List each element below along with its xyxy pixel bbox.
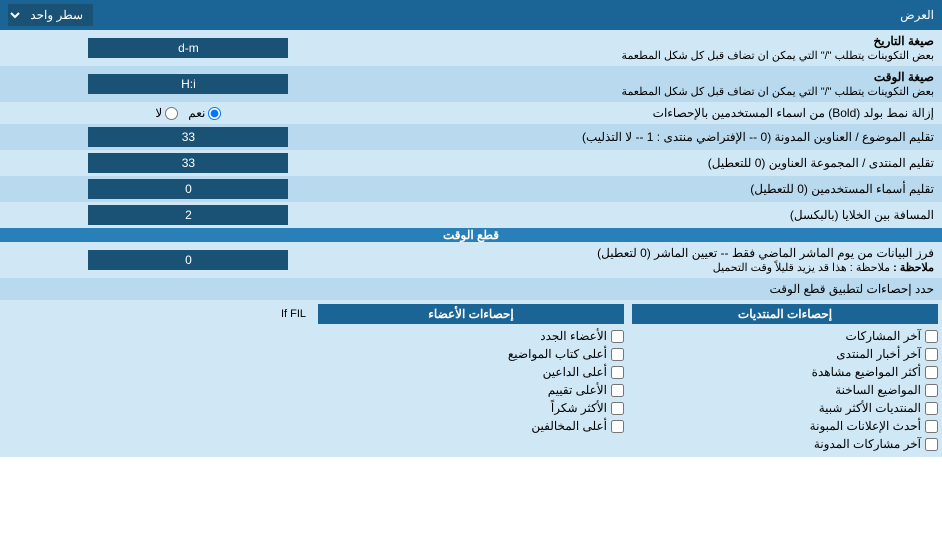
cutoff-label: فرز البيانات من يوم الماشر الماضي فقط --… [377,242,942,278]
time-format-input[interactable] [88,74,288,94]
stat-checkbox[interactable] [925,348,938,361]
page-title: العرض [377,0,942,30]
stat-checkbox[interactable] [611,366,624,379]
time-format-label: صيغة الوقت بعض التكوينات يتطلب "/" التي … [377,66,942,102]
forum-members-label: تقليم المنتدى / المجموعة العناوين (0 للت… [377,150,942,176]
forum-stats-col: إحصاءات المنتديات آخر المشاركات آخر أخبا… [628,300,942,457]
stat-item: الأعلى تقييم [318,381,624,399]
stat-checkbox[interactable] [611,330,624,343]
cutoff-input[interactable] [88,250,288,270]
member-stats-col: إحصاءات الأعضاء الأعضاء الجدد أعلى كتاب … [314,300,628,457]
stat-item: أعلى المخالفين [318,417,624,435]
stat-checkbox[interactable] [925,420,938,433]
trim-users-cell [0,176,377,202]
stat-item: الأكثر شكراً [318,399,624,417]
stat-checkbox[interactable] [925,384,938,397]
gap-cells-cell [0,202,377,228]
time-format-cell [0,66,377,102]
footer-note: If FIL [4,304,310,324]
radio-yes-label: نعم [188,106,221,120]
limit-label: حدد إحصاءات لتطبيق قطع الوقت [0,278,942,300]
stat-checkbox[interactable] [925,438,938,451]
cutoff-section-title: قطع الوقت [0,228,942,242]
stat-checkbox[interactable] [611,420,624,433]
bold-remove-label: إزالة نمط بولد (Bold) من اسماء المستخدمي… [377,102,942,124]
forum-members-cell [0,150,377,176]
stat-item: أعلى الداعين [318,363,624,381]
forum-stats-title: إحصاءات المنتديات [632,304,938,324]
forum-subject-label: تقليم الموضوع / العناوين المدونة (0 -- ا… [377,124,942,150]
stat-checkbox[interactable] [611,384,624,397]
trim-users-label: تقليم أسماء المستخدمين (0 للتعطيل) [377,176,942,202]
radio-no[interactable] [165,107,178,120]
gap-cells-label: المسافة بين الخلايا (بالبكسل) [377,202,942,228]
stat-item: المنتديات الأكثر شبية [632,399,938,417]
stat-checkbox[interactable] [925,366,938,379]
stat-item: أكثر المواضيع مشاهدة [632,363,938,381]
stat-item: أعلى كتاب المواضيع [318,345,624,363]
member-stats-title: إحصاءات الأعضاء [318,304,624,324]
stat-item: أحدث الإعلانات المبونة [632,417,938,435]
stat-item: آخر أخبار المنتدى [632,345,938,363]
radio-no-label: لا [155,106,178,120]
stat-checkbox[interactable] [925,402,938,415]
stat-item: المواضيع الساخنة [632,381,938,399]
cutoff-cell [0,242,377,278]
date-format-cell [0,30,377,66]
bold-remove-cell: نعم لا [0,102,377,124]
forum-subject-input[interactable] [88,127,288,147]
forum-subject-cell [0,124,377,150]
stat-checkbox[interactable] [925,330,938,343]
stat-checkbox[interactable] [611,348,624,361]
date-format-input[interactable] [88,38,288,58]
stat-item: آخر المشاركات [632,327,938,345]
radio-no-text: لا [155,106,162,120]
forum-members-input[interactable] [88,153,288,173]
extra-col: If FIL [0,300,314,457]
stat-checkbox[interactable] [611,402,624,415]
radio-yes[interactable] [208,107,221,120]
trim-users-input[interactable] [88,179,288,199]
date-format-label: صيغة التاريخ بعض التكوينات يتطلب "/" الت… [377,30,942,66]
gap-cells-input[interactable] [88,205,288,225]
radio-yes-text: نعم [188,106,205,120]
display-mode-select[interactable]: سطر واحد [8,4,93,26]
stat-item: آخر مشاركات المدونة [632,435,938,453]
stat-item: الأعضاء الجدد [318,327,624,345]
